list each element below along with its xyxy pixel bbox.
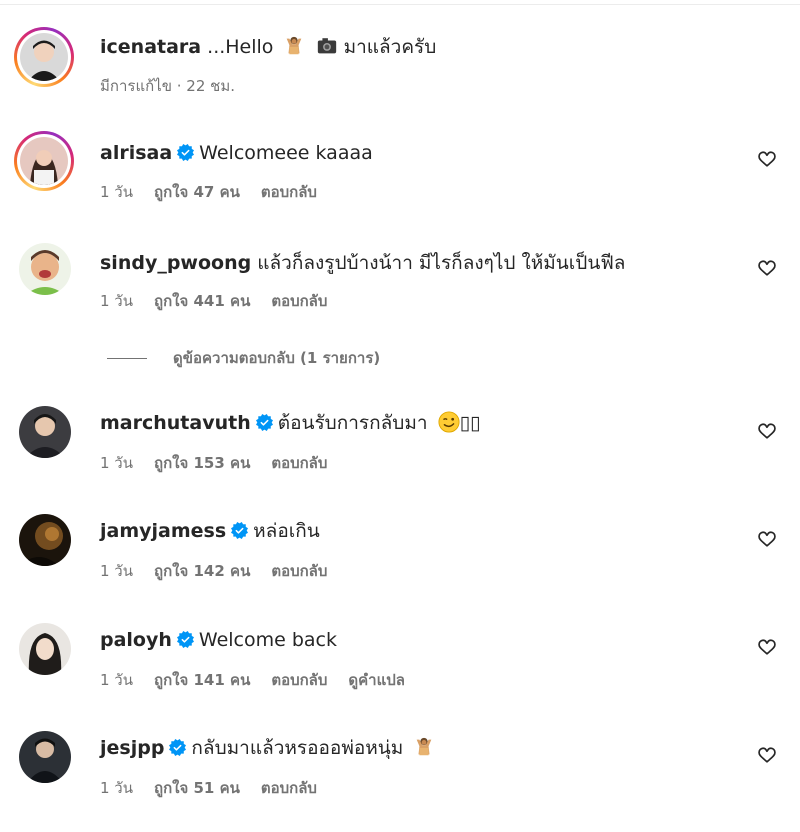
- caption-author-avatar[interactable]: [14, 27, 74, 87]
- comment-username[interactable]: sindy_pwoong: [100, 252, 251, 274]
- comment-likes[interactable]: ถูกใจ 153 คน: [154, 454, 250, 472]
- commenter-avatar[interactable]: [19, 623, 71, 675]
- comment-username[interactable]: jesjpp: [100, 737, 164, 759]
- comment-meta: 1 วัน ถูกใจ 441 คน ตอบกลับ: [100, 291, 348, 311]
- caption-text-prefix: ...Hello: [207, 36, 274, 58]
- heart-outline-icon[interactable]: [757, 421, 777, 441]
- reply-button[interactable]: ตอบกลับ: [271, 562, 327, 580]
- commenter-avatar[interactable]: [19, 243, 71, 295]
- comment-text: Welcome back: [198, 629, 338, 651]
- raising-hands-emoji: [413, 736, 435, 758]
- post-caption: icenatara ...Hello มาแล้วครับ มีการแก้ไข…: [0, 0, 800, 100]
- comment-line: paloyh Welcome back: [100, 627, 337, 653]
- commenter-avatar[interactable]: [14, 131, 74, 191]
- verified-badge-icon: [177, 144, 194, 161]
- comment-username[interactable]: jamyjamess: [100, 520, 226, 542]
- caption-meta: มีการแก้ไข · 22 ชม.: [100, 77, 235, 95]
- comment-time[interactable]: 1 วัน: [100, 454, 133, 472]
- reply-button[interactable]: ตอบกลับ: [261, 779, 317, 797]
- avatar-image: [19, 514, 71, 566]
- commenter-avatar[interactable]: [19, 406, 71, 458]
- comment-meta: 1 วัน ถูกใจ 141 คน ตอบกลับ ดูคำแปล: [100, 670, 426, 690]
- avatar-image: [19, 731, 71, 783]
- replies-divider: [107, 357, 147, 359]
- comment-likes[interactable]: ถูกใจ 441 คน: [154, 292, 250, 310]
- comment-time[interactable]: 1 วัน: [100, 183, 133, 201]
- raising-hands-emoji: [283, 35, 305, 57]
- avatar-image: [20, 33, 68, 81]
- commenter-avatar[interactable]: [19, 514, 71, 566]
- comment-line: marchutavuth ต้อนรับการกลับมา ▯▯: [100, 410, 481, 436]
- caption-text-suffix: มาแล้วครับ: [343, 36, 437, 58]
- comment-likes[interactable]: ถูกใจ 47 คน: [154, 183, 240, 201]
- comment-likes[interactable]: ถูกใจ 51 คน: [154, 779, 240, 797]
- heart-outline-icon[interactable]: [757, 745, 777, 765]
- avatar-image: [20, 137, 68, 185]
- comment-meta: 1 วัน ถูกใจ 51 คน ตอบกลับ: [100, 778, 338, 798]
- comment-text: แล้วก็ลงรูปบ้างน้าา มีไรก็ลงๆไป ให้มันเป…: [257, 252, 626, 274]
- camera-emoji: [317, 38, 336, 54]
- verified-badge-icon: [256, 414, 273, 431]
- avatar-image: [19, 243, 71, 295]
- view-replies-button[interactable]: ดูข้อความตอบกลับ (1 รายการ): [107, 346, 380, 370]
- see-translation-button[interactable]: ดูคำแปล: [348, 671, 405, 689]
- heart-outline-icon[interactable]: [757, 258, 777, 278]
- reply-button[interactable]: ตอบกลับ: [271, 454, 327, 472]
- comment-line: sindy_pwoong แล้วก็ลงรูปบ้างน้าา มีไรก็ล…: [100, 250, 625, 276]
- avatar-image: [19, 623, 71, 675]
- verified-badge-icon: [231, 522, 248, 539]
- caption-line: icenatara ...Hello มาแล้วครับ: [100, 34, 436, 60]
- comment-meta: 1 วัน ถูกใจ 47 คน ตอบกลับ: [100, 182, 338, 202]
- comment-likes[interactable]: ถูกใจ 141 คน: [154, 671, 250, 689]
- comment-username[interactable]: alrisaa: [100, 142, 172, 164]
- heart-outline-icon[interactable]: [757, 529, 777, 549]
- verified-badge-icon: [169, 739, 186, 756]
- reply-button[interactable]: ตอบกลับ: [271, 292, 327, 310]
- comment-line: alrisaa Welcomeee kaaaa: [100, 140, 373, 166]
- comment-text: ต้อนรับการกลับมา: [277, 412, 428, 434]
- comment-time[interactable]: 1 วัน: [100, 562, 133, 580]
- heart-outline-icon[interactable]: [757, 149, 777, 169]
- comment-username[interactable]: paloyh: [100, 629, 172, 651]
- commenter-avatar[interactable]: [19, 731, 71, 783]
- avatar-image: [19, 406, 71, 458]
- comment-text: Welcomeee kaaaa: [199, 142, 373, 164]
- comment-time[interactable]: 1 วัน: [100, 779, 133, 797]
- caption-username[interactable]: icenatara: [100, 36, 201, 58]
- comment-line: jesjpp กลับมาแล้วหรอออพ่อหนุ่ม: [100, 735, 435, 761]
- comment-meta: 1 วัน ถูกใจ 142 คน ตอบกลับ: [100, 561, 348, 581]
- comment-likes[interactable]: ถูกใจ 142 คน: [154, 562, 250, 580]
- comment-time[interactable]: 1 วัน: [100, 292, 133, 310]
- wink-emoji: [438, 411, 460, 433]
- comment-username[interactable]: marchutavuth: [100, 412, 251, 434]
- comment-text: กลับมาแล้วหรอออพ่อหนุ่ม: [191, 737, 404, 759]
- reply-button[interactable]: ตอบกลับ: [271, 671, 327, 689]
- reply-button[interactable]: ตอบกลับ: [261, 183, 317, 201]
- comment-text: หล่อเกิน: [253, 520, 320, 542]
- comment-text-suffix: ▯▯: [459, 412, 481, 434]
- comment-meta: 1 วัน ถูกใจ 153 คน ตอบกลับ: [100, 453, 348, 473]
- view-replies-label: ดูข้อความตอบกลับ (1 รายการ): [173, 349, 381, 367]
- verified-badge-icon: [177, 631, 194, 648]
- comment-line: jamyjamess หล่อเกิน: [100, 518, 320, 544]
- comment-time[interactable]: 1 วัน: [100, 671, 133, 689]
- heart-outline-icon[interactable]: [757, 637, 777, 657]
